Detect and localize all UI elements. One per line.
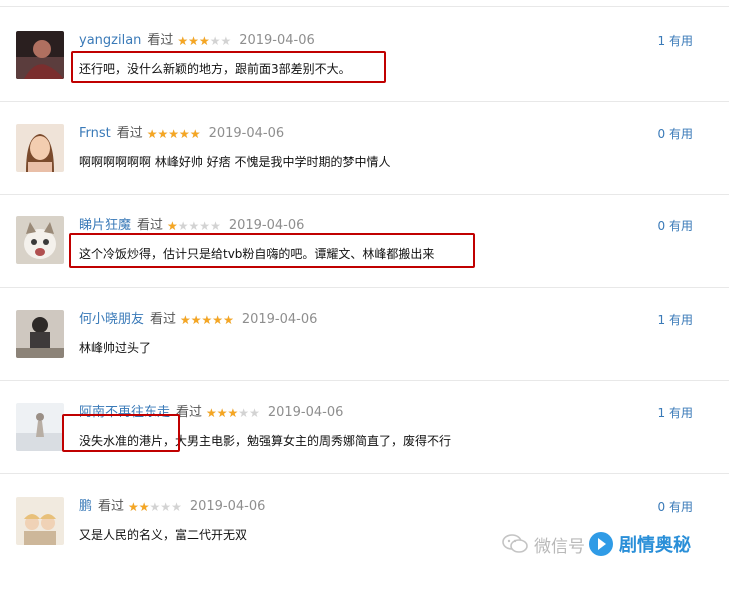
comment-text: 又是人民的名义，富二代开无双 — [79, 528, 248, 542]
comment-date: 2019-04-06 — [241, 312, 318, 327]
watermark-prefix: 微信号 — [534, 536, 585, 557]
wechat-icon — [502, 533, 530, 555]
useful-label: 有用 — [668, 500, 693, 514]
divider — [0, 6, 729, 7]
divider — [0, 380, 729, 381]
useful-count: 0 — [657, 127, 666, 141]
divider — [0, 101, 729, 102]
comment-meta: 何小晓朋友 看过 ★★★★★ ★★★★★ 2019-04-06 — [79, 310, 317, 330]
comment-text: 林峰帅过头了 — [79, 341, 152, 355]
comment-date: 2019-04-06 — [267, 405, 344, 420]
comment-date: 2019-04-06 — [239, 33, 315, 48]
useful-count: 0 — [657, 219, 666, 233]
star-rating: ★★★★★ ★★★★★ — [180, 310, 234, 330]
avatar[interactable] — [16, 310, 64, 358]
avatar[interactable] — [16, 403, 64, 451]
highlight-box — [69, 233, 475, 268]
avatar[interactable] — [16, 31, 64, 79]
avatar[interactable] — [16, 124, 64, 172]
star-rating: ★★★★★ ★★★★★ — [147, 124, 201, 144]
divider — [0, 473, 729, 474]
watermark: 微信号 剧情奥秘 — [502, 529, 712, 559]
comment-item: 睇片狂魔 看过 ★★★★★ ★★★★★ 2019-04-06 0 有用 这个冷饭… — [0, 216, 729, 309]
watch-status: 看过 — [116, 126, 143, 141]
divider — [0, 194, 729, 195]
star-filled-icons: ★★★★★ — [146, 127, 201, 141]
useful-label: 有用 — [668, 406, 693, 420]
comment-item: yangzilan 看过 ★★★★★ ★★★★★ 2019-04-06 1 有用… — [0, 31, 729, 124]
useful-vote-button[interactable]: 1 有用 — [658, 403, 693, 423]
star-filled-icons: ★★★★★ — [206, 406, 239, 420]
useful-vote-button[interactable]: 0 有用 — [658, 497, 693, 517]
useful-label: 有用 — [668, 219, 693, 233]
divider — [0, 287, 729, 288]
avatar[interactable] — [16, 216, 64, 264]
star-filled-icons: ★★★★★ — [180, 313, 234, 327]
useful-label: 有用 — [668, 313, 693, 327]
highlight-box — [71, 51, 386, 83]
star-rating: ★★★★★ ★★★★★ — [128, 497, 182, 517]
username-link[interactable]: 鹏 — [79, 497, 92, 517]
useful-label: 有用 — [668, 34, 693, 48]
comment-text: 啊啊啊啊啊啊 林峰好帅 好痞 不愧是我中学时期的梦中情人 — [79, 155, 391, 169]
useful-vote-button[interactable]: 0 有用 — [658, 124, 693, 144]
comment-meta: Frnst 看过 ★★★★★ ★★★★★ 2019-04-06 — [79, 124, 284, 144]
play-logo-icon — [589, 532, 613, 556]
comment-list: yangzilan 看过 ★★★★★ ★★★★★ 2019-04-06 1 有用… — [0, 0, 729, 574]
useful-count: 1 — [657, 313, 666, 327]
star-rating: ★★★★★ ★★★★★ — [206, 403, 260, 423]
watermark-brand: 剧情奥秘 — [619, 535, 691, 556]
useful-count: 0 — [657, 500, 666, 514]
username-link[interactable]: Frnst — [79, 124, 111, 144]
comment-item: Frnst 看过 ★★★★★ ★★★★★ 2019-04-06 0 有用 啊啊啊… — [0, 124, 729, 217]
avatar[interactable] — [16, 497, 64, 545]
watch-status: 看过 — [98, 499, 125, 514]
useful-vote-button[interactable]: 0 有用 — [658, 216, 693, 236]
useful-count: 1 — [657, 34, 666, 48]
watch-status: 看过 — [147, 33, 174, 48]
useful-count: 1 — [657, 406, 666, 420]
comment-meta: 鹏 看过 ★★★★★ ★★★★★ 2019-04-06 — [79, 497, 265, 517]
username-link[interactable]: yangzilan — [79, 31, 141, 51]
highlight-box — [62, 414, 180, 452]
username-link[interactable]: 何小晓朋友 — [79, 310, 144, 330]
comment-item: 阿南不再往东走 看过 ★★★★★ ★★★★★ 2019-04-06 1 有用 没… — [0, 403, 729, 496]
star-filled-icons: ★★★★★ — [128, 500, 150, 514]
comment-date: 2019-04-06 — [189, 499, 266, 514]
useful-vote-button[interactable]: 1 有用 — [658, 31, 693, 51]
comment-item: 何小晓朋友 看过 ★★★★★ ★★★★★ 2019-04-06 1 有用 林峰帅… — [0, 310, 729, 403]
comment-meta: yangzilan 看过 ★★★★★ ★★★★★ 2019-04-06 — [79, 31, 315, 51]
star-rating: ★★★★★ ★★★★★ — [177, 31, 231, 51]
useful-label: 有用 — [668, 127, 693, 141]
comment-date: 2019-04-06 — [208, 126, 285, 141]
star-filled-icons: ★★★★★ — [177, 34, 210, 48]
watch-status: 看过 — [150, 312, 177, 327]
useful-vote-button[interactable]: 1 有用 — [658, 310, 693, 330]
